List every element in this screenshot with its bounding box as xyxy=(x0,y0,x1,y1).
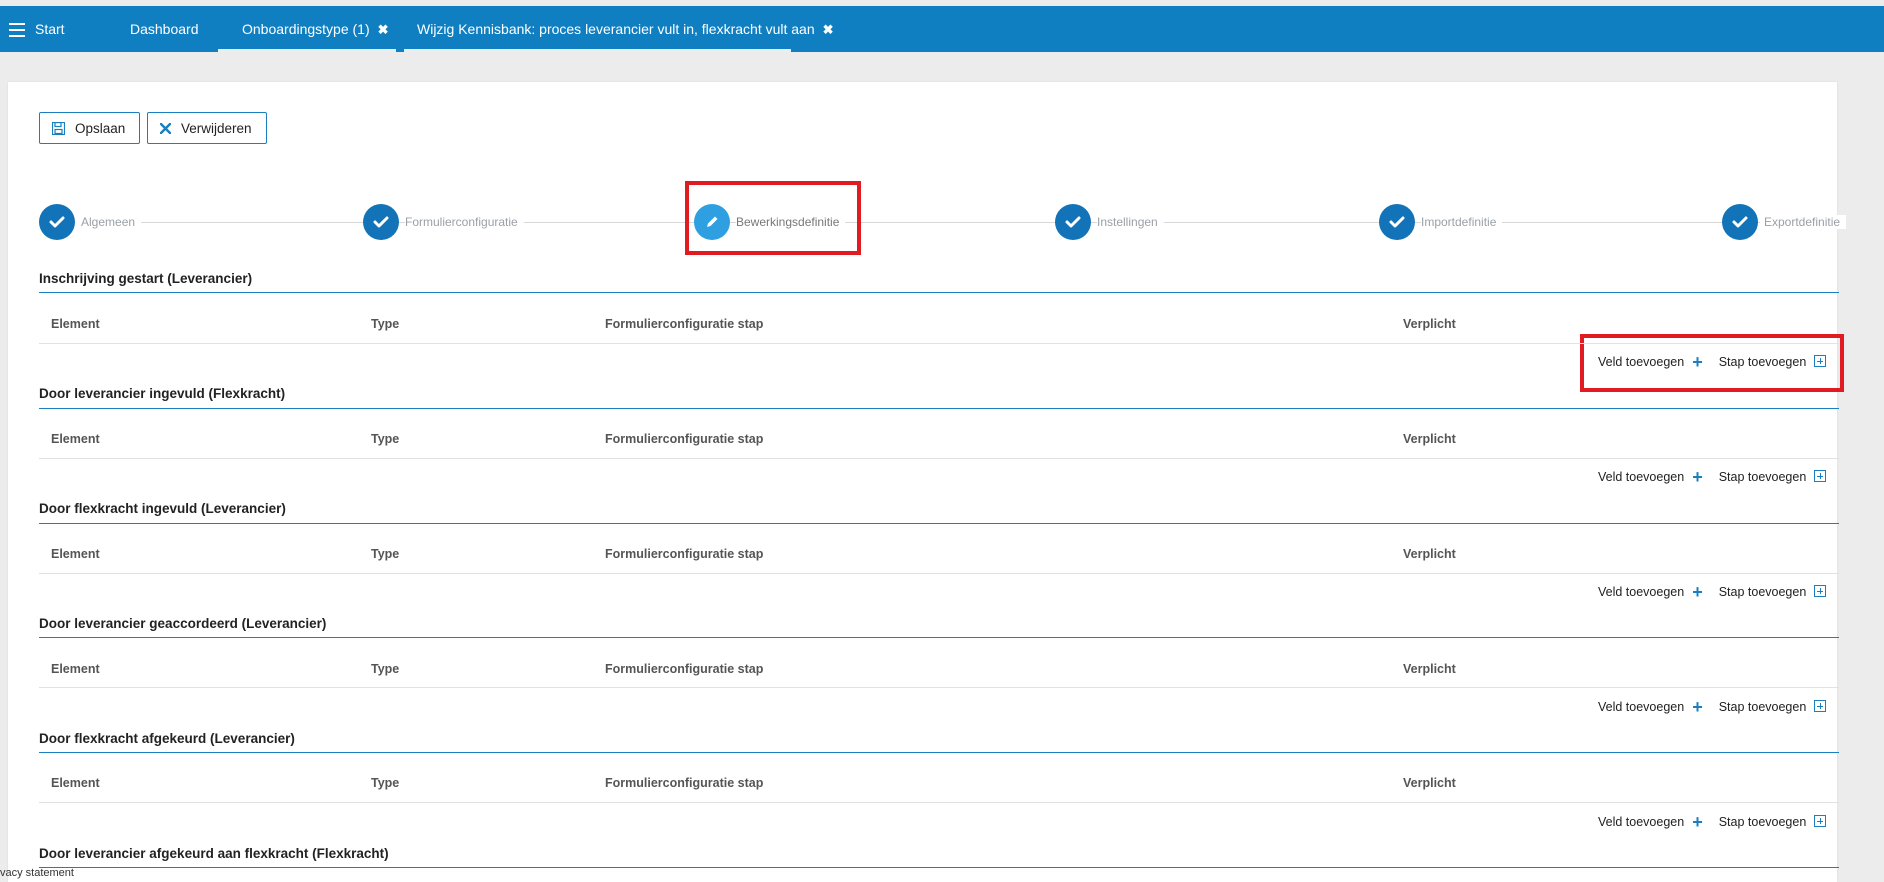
add-step-link[interactable]: Stap toevoegen xyxy=(1719,585,1807,599)
top-navigation-bar: Start Dashboard Onboardingstype (1) ✖ Wij… xyxy=(0,6,1884,52)
start-link[interactable]: Start xyxy=(35,6,65,52)
step-formulierconfiguratie[interactable]: Formulierconfiguratie xyxy=(363,204,524,240)
col-header-required: Verplicht xyxy=(1403,432,1456,446)
privacy-statement-link[interactable]: vacy statement xyxy=(0,867,74,879)
delete-label: Verwijderen xyxy=(181,120,252,136)
delete-button[interactable]: Verwijderen xyxy=(147,112,267,144)
col-header-step: Formulierconfiguratie stap xyxy=(605,776,764,790)
col-header-step: Formulierconfiguratie stap xyxy=(605,662,764,676)
col-header-step: Formulierconfiguratie stap xyxy=(605,317,764,331)
plus-square-icon[interactable] xyxy=(1814,585,1827,597)
step-label: Exportdefinitie xyxy=(1764,215,1847,229)
add-step-link[interactable]: Stap toevoegen xyxy=(1719,815,1807,829)
col-header-type: Type xyxy=(371,662,400,676)
add-field-link[interactable]: Veld toevoegen xyxy=(1598,700,1684,714)
step-importdefinitie[interactable]: Importdefinitie xyxy=(1379,204,1503,240)
close-icon[interactable]: ✖ xyxy=(823,22,834,37)
step-label: Instellingen xyxy=(1097,215,1164,229)
main-panel xyxy=(8,82,1837,882)
col-header-element: Element xyxy=(51,547,100,561)
plus-square-icon[interactable] xyxy=(1814,700,1827,712)
section-divider xyxy=(39,523,1839,524)
plus-icon[interactable]: + xyxy=(1692,583,1703,601)
plus-icon[interactable]: + xyxy=(1692,468,1703,486)
section-divider xyxy=(39,408,1839,409)
col-header-element: Element xyxy=(51,317,100,331)
col-header-step: Formulierconfiguratie stap xyxy=(605,547,764,561)
plus-icon[interactable]: + xyxy=(1692,353,1703,371)
col-header-step: Formulierconfiguratie stap xyxy=(605,432,764,446)
section-title: Inschrijving gestart (Leverancier) xyxy=(39,271,253,286)
add-field-link[interactable]: Veld toevoegen xyxy=(1598,470,1684,484)
tab-wijzig-kennisbank[interactable]: Wijzig Kennisbank: proces leverancier vu… xyxy=(404,6,834,52)
close-icon xyxy=(160,122,171,134)
check-icon xyxy=(39,204,75,240)
header-divider xyxy=(39,687,1839,688)
highlight-current-step xyxy=(685,181,861,255)
plus-icon[interactable]: + xyxy=(1692,698,1703,716)
save-label: Opslaan xyxy=(75,120,126,136)
col-header-required: Verplicht xyxy=(1403,547,1456,561)
header-divider xyxy=(39,573,1839,574)
section-title: Door flexkracht ingevuld (Leverancier) xyxy=(39,501,286,516)
col-header-type: Type xyxy=(371,432,400,446)
tab-label: Wijzig Kennisbank: proces leverancier vu… xyxy=(417,21,815,37)
section-divider xyxy=(39,292,1839,293)
check-icon xyxy=(1379,204,1415,240)
floppy-disk-icon xyxy=(52,121,65,135)
col-header-type: Type xyxy=(371,547,400,561)
section-actions: Veld toevoegen + Stap toevoegen xyxy=(1598,353,1827,371)
check-icon xyxy=(1722,204,1758,240)
plus-icon[interactable]: + xyxy=(1692,813,1703,831)
plus-square-icon[interactable] xyxy=(1814,470,1827,482)
section-divider xyxy=(39,637,1839,638)
tab-dashboard[interactable]: Dashboard xyxy=(130,6,199,52)
add-step-link[interactable]: Stap toevoegen xyxy=(1719,470,1807,484)
plus-square-icon[interactable] xyxy=(1814,355,1827,367)
section-actions: Veld toevoegen + Stap toevoegen xyxy=(1598,813,1827,831)
step-label: Importdefinitie xyxy=(1421,215,1503,229)
add-field-link[interactable]: Veld toevoegen xyxy=(1598,355,1684,369)
tab-onboardingstype[interactable]: Onboardingstype (1) ✖ xyxy=(218,6,396,52)
header-divider xyxy=(39,458,1839,459)
col-header-element: Element xyxy=(51,776,100,790)
section-title: Door leverancier ingevuld (Flexkracht) xyxy=(39,386,286,401)
section-actions: Veld toevoegen + Stap toevoegen xyxy=(1598,583,1827,601)
check-icon xyxy=(363,204,399,240)
step-label: Algemeen xyxy=(81,215,142,229)
col-header-required: Verplicht xyxy=(1403,662,1456,676)
col-header-type: Type xyxy=(371,317,400,331)
section-divider xyxy=(39,752,1839,753)
step-instellingen[interactable]: Instellingen xyxy=(1055,204,1164,240)
step-exportdefinitie[interactable]: Exportdefinitie xyxy=(1722,204,1847,240)
add-step-link[interactable]: Stap toevoegen xyxy=(1719,355,1807,369)
header-divider xyxy=(39,802,1839,803)
section-actions: Veld toevoegen + Stap toevoegen xyxy=(1598,468,1827,486)
check-icon xyxy=(1055,204,1091,240)
section-title: Door leverancier geaccordeerd (Leveranci… xyxy=(39,616,327,631)
close-icon[interactable]: ✖ xyxy=(378,22,389,37)
step-algemeen[interactable]: Algemeen xyxy=(39,204,142,240)
add-field-link[interactable]: Veld toevoegen xyxy=(1598,585,1684,599)
header-divider xyxy=(39,343,1839,344)
save-button[interactable]: Opslaan xyxy=(39,112,140,144)
section-title: Door leverancier afgekeurd aan flexkrach… xyxy=(39,846,389,861)
col-header-element: Element xyxy=(51,662,100,676)
tab-label: Onboardingstype (1) xyxy=(242,21,370,37)
add-step-link[interactable]: Stap toevoegen xyxy=(1719,700,1807,714)
col-header-required: Verplicht xyxy=(1403,317,1456,331)
section-actions: Veld toevoegen + Stap toevoegen xyxy=(1598,698,1827,716)
menu-icon[interactable] xyxy=(9,23,26,37)
col-header-element: Element xyxy=(51,432,100,446)
col-header-type: Type xyxy=(371,776,400,790)
plus-square-icon[interactable] xyxy=(1814,815,1827,827)
section-divider xyxy=(39,867,1839,868)
col-header-required: Verplicht xyxy=(1403,776,1456,790)
add-field-link[interactable]: Veld toevoegen xyxy=(1598,815,1684,829)
step-label: Formulierconfiguratie xyxy=(405,215,524,229)
section-title: Door flexkracht afgekeurd (Leverancier) xyxy=(39,731,295,746)
